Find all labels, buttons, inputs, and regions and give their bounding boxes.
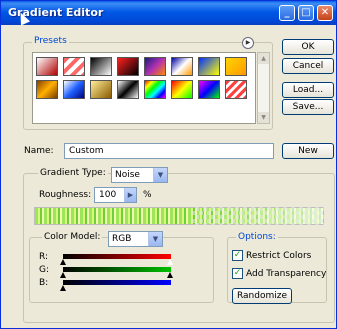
- scroll-down-icon[interactable]: ▼: [258, 112, 269, 123]
- blue-channel-slider[interactable]: [63, 280, 171, 285]
- chevron-down-icon[interactable]: ▼: [153, 168, 167, 182]
- gradient-preset-swatch[interactable]: [90, 57, 112, 76]
- gradient-preset-swatch[interactable]: [36, 80, 58, 99]
- presets-grid: [32, 52, 256, 124]
- cancel-button[interactable]: Cancel: [282, 58, 334, 74]
- green-min-thumb[interactable]: [60, 272, 66, 278]
- presets-group: Presets ▲ ▼: [23, 36, 273, 130]
- save-button[interactable]: Save...: [282, 99, 334, 115]
- gradient-editor-window: Gradient Editor _ □ ✕ Presets ▲ ▼ ▶ OK C…: [0, 0, 337, 329]
- gradient-type-label: Gradient Type:: [38, 168, 108, 178]
- gradient-preset-swatch[interactable]: [90, 80, 112, 99]
- gradient-preset-swatch[interactable]: [198, 80, 220, 99]
- close-button[interactable]: ✕: [317, 5, 333, 21]
- gradient-preset-swatch[interactable]: [144, 57, 166, 76]
- new-button[interactable]: New: [282, 143, 334, 159]
- color-model-label: Color Model:: [42, 232, 103, 242]
- roughness-label: Roughness:: [39, 190, 92, 200]
- gradient-preset-swatch[interactable]: [171, 57, 193, 76]
- add-transparency-checkbox[interactable]: ✓: [232, 268, 243, 279]
- gradient-preset-swatch[interactable]: [198, 57, 220, 76]
- restrict-colors-label[interactable]: Restrict Colors: [246, 251, 311, 261]
- channel-label-r: R:: [39, 252, 49, 262]
- red-channel-slider[interactable]: [63, 254, 171, 259]
- options-label: Options:: [236, 232, 278, 242]
- color-model-select[interactable]: RGB ▼: [108, 231, 163, 247]
- name-input[interactable]: Custom: [64, 143, 274, 159]
- ok-button[interactable]: OK: [282, 39, 334, 55]
- roughness-input[interactable]: 100 ▶: [94, 187, 137, 203]
- roughness-unit: %: [143, 190, 152, 200]
- gradient-preset-swatch[interactable]: [63, 57, 85, 76]
- gradient-preset-swatch[interactable]: [36, 57, 58, 76]
- channel-label-b: B:: [39, 278, 49, 288]
- gradient-type-select[interactable]: Noise ▼: [111, 167, 168, 183]
- gradient-preset-swatch[interactable]: [144, 80, 166, 99]
- gradient-preset-swatch[interactable]: [225, 80, 247, 99]
- name-label: Name:: [24, 146, 54, 156]
- transparency-checker: [191, 207, 324, 225]
- color-model-value: RGB: [112, 234, 132, 244]
- gradient-preset-swatch[interactable]: [117, 80, 139, 99]
- green-max-thumb[interactable]: [167, 272, 173, 278]
- red-min-thumb[interactable]: [60, 259, 66, 265]
- blue-min-thumb[interactable]: [60, 285, 66, 291]
- green-channel-slider[interactable]: [63, 267, 171, 272]
- gradient-preset-swatch[interactable]: [117, 57, 139, 76]
- red-max-thumb[interactable]: [167, 259, 173, 265]
- load-button[interactable]: Load...: [282, 82, 334, 98]
- presets-scrollbar[interactable]: ▲ ▼: [257, 52, 270, 124]
- presets-menu-icon[interactable]: ▶: [242, 37, 254, 49]
- presets-label: Presets: [32, 36, 69, 46]
- roughness-arrow-icon[interactable]: ▶: [124, 188, 136, 202]
- maximize-button[interactable]: □: [298, 5, 314, 21]
- minimize-button[interactable]: _: [279, 5, 295, 21]
- randomize-button[interactable]: Randomize: [232, 288, 292, 304]
- scroll-up-icon[interactable]: ▲: [258, 53, 269, 64]
- chevron-down-icon[interactable]: ▼: [148, 232, 162, 246]
- gradient-preset-swatch[interactable]: [171, 80, 193, 99]
- channel-label-g: G:: [39, 265, 50, 275]
- roughness-value: 100: [99, 190, 117, 200]
- gradient-type-value: Noise: [115, 170, 140, 180]
- gradient-preset-swatch[interactable]: [63, 80, 85, 99]
- add-transparency-label[interactable]: Add Transparency: [246, 269, 326, 279]
- restrict-colors-checkbox[interactable]: ✓: [232, 250, 243, 261]
- gradient-preset-swatch[interactable]: [225, 57, 247, 76]
- title-bar[interactable]: Gradient Editor _ □ ✕: [1, 1, 336, 26]
